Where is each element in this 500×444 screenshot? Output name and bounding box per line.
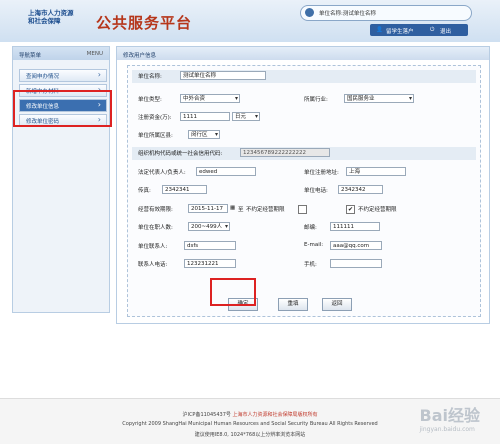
- field-label: 经营有效期限:: [138, 207, 173, 213]
- logout-icon: ⏻: [430, 27, 435, 33]
- email-input[interactable]: aaa@qq.com: [330, 241, 382, 250]
- bureau-logo: 上海市人力资源 和社会保障: [28, 9, 74, 25]
- field-label: 手机:: [304, 262, 317, 268]
- watermark-text: Bai经验: [419, 406, 480, 425]
- user-icon: [305, 8, 314, 17]
- row-district: 单位所属区县: 闵行区: [132, 129, 476, 142]
- panel-header: 修改用户信息: [117, 47, 489, 60]
- unit-name-box: 单位名称:测试单位名称: [300, 5, 472, 21]
- unit-type-select[interactable]: 中外合资: [180, 94, 240, 103]
- field-label: 单位名称:: [138, 74, 162, 80]
- reset-button[interactable]: 重填: [278, 298, 308, 311]
- phone-input[interactable]: 2342342: [338, 185, 383, 194]
- row-period: 经营有效期限: 2015-11-17 ▦ 至 不约定经营期限 ✔ 不约定经营期限: [132, 203, 476, 216]
- field-label: 法定代表人/负责人:: [138, 170, 186, 176]
- field-label: 所属行业:: [304, 97, 328, 103]
- sidebar-item-query[interactable]: 查阅申办情况 ›: [19, 69, 107, 82]
- row-unit-type: 单位类型: 中外合资 所属行业: 国民服务业: [132, 93, 476, 106]
- no-limit-text-2: 不约定经营期限: [358, 207, 397, 213]
- back-button[interactable]: 返回: [322, 298, 352, 311]
- logo-line-1: 上海市人力资源: [28, 9, 74, 17]
- row-contact-phone: 联系人电话: 123231221 手机:: [132, 258, 476, 271]
- fax-input[interactable]: 2342341: [162, 185, 207, 194]
- no-limit-checkbox-1[interactable]: [298, 205, 307, 214]
- period-to: 至: [238, 207, 244, 213]
- top-nav: 👤 留学生落户 ⏻ 退出: [370, 24, 468, 36]
- unit-name-text: 单位名称:测试单位名称: [319, 11, 376, 17]
- field-label: 传真:: [138, 188, 151, 194]
- baidu-watermark: Bai经验 jingyan.baidu.com: [420, 402, 480, 433]
- field-label: 单位联系人:: [138, 244, 168, 250]
- no-limit-text-1: 不约定经营期限: [246, 207, 285, 213]
- platform-title: 公共服务平台: [96, 14, 193, 32]
- district-select[interactable]: 闵行区: [188, 130, 220, 139]
- icp-number: 沪ICP备11045437号: [182, 412, 231, 418]
- logo-line-2: 和社会保障: [28, 17, 61, 25]
- edit-panel: 修改用户信息 单位名称: 测试单位名称 单位类型: 中外合资 所属行业: 国民服…: [116, 46, 490, 324]
- period-date-input[interactable]: 2015-11-17: [188, 204, 228, 213]
- no-limit-checkbox-2[interactable]: ✔: [346, 205, 355, 214]
- unit-name-input[interactable]: 测试单位名称: [180, 71, 266, 80]
- field-label: 单位注册地址:: [304, 170, 339, 176]
- panel-title: 修改用户信息: [123, 53, 157, 59]
- student-settle-icon: 👤: [376, 27, 383, 33]
- capital-input[interactable]: 1111: [180, 112, 230, 121]
- field-label: 单位在职人数:: [138, 225, 173, 231]
- sidebar-title: 导航菜单: [19, 53, 42, 59]
- watermark-sub: jingyan.baidu.com: [419, 426, 475, 433]
- row-credit-code: 组织机构代码或统一社会信用代码: 123456789222222222: [132, 147, 476, 160]
- field-label: 注册资金(万):: [138, 115, 172, 121]
- header: 上海市人力资源 和社会保障 公共服务平台 单位名称:测试单位名称 👤 留学生落户…: [0, 0, 500, 42]
- field-label: 单位所属区县:: [138, 133, 173, 139]
- legal-rep-input[interactable]: edwed: [196, 167, 256, 176]
- sidebar-header: 导航菜单 MENU: [13, 47, 109, 60]
- currency-select[interactable]: 日元: [232, 112, 260, 121]
- field-label: 联系人电话:: [138, 262, 168, 268]
- calendar-icon[interactable]: ▦: [230, 205, 235, 211]
- row-contact: 单位联系人: dsfs E-mail: aaa@qq.com: [132, 240, 476, 253]
- field-label: 邮编:: [304, 225, 317, 231]
- staff-select[interactable]: 200~499人: [188, 222, 230, 231]
- logout-link[interactable]: 退出: [440, 27, 451, 35]
- row-capital: 注册资金(万): 1111 日元: [132, 111, 476, 124]
- field-label: 单位类型:: [138, 97, 162, 103]
- contact-phone-input[interactable]: 123231221: [184, 259, 236, 268]
- row-fax-phone: 传真: 2342341 单位电话: 2342342: [132, 184, 476, 197]
- student-settle-link[interactable]: 留学生落户: [386, 27, 414, 35]
- credit-code-input: 123456789222222222: [240, 148, 330, 157]
- field-label: 单位电话:: [304, 188, 328, 194]
- postcode-input[interactable]: 111111: [330, 222, 380, 231]
- copyright-owner-link[interactable]: 上海市人力资源和社会保障局版权所有: [233, 412, 318, 418]
- field-label: E-mail:: [304, 242, 324, 248]
- edit-form: 单位名称: 测试单位名称 单位类型: 中外合资 所属行业: 国民服务业 注册资金…: [127, 65, 481, 317]
- sidebar-item-label: 查阅申办情况: [26, 74, 60, 80]
- sidebar: 导航菜单 MENU 查阅申办情况 › 新增申办材料 › 修改单位信息 › 修改单位密码…: [12, 46, 110, 313]
- row-staff: 单位在职人数: 200~499人 邮编: 111111: [132, 221, 476, 234]
- row-unit-name: 单位名称: 测试单位名称: [132, 70, 476, 83]
- mobile-input[interactable]: [330, 259, 382, 268]
- highlight-box-confirm: [210, 278, 256, 306]
- sidebar-menu-label: MENU: [86, 51, 103, 57]
- address-input[interactable]: 上海: [346, 167, 406, 176]
- row-legal: 法定代表人/负责人: edwed 单位注册地址: 上海: [132, 166, 476, 179]
- industry-select[interactable]: 国民服务业: [344, 94, 414, 103]
- contact-input[interactable]: dsfs: [184, 241, 236, 250]
- highlight-box-sidebar: [13, 90, 112, 127]
- field-label: 组织机构代码或统一社会信用代码:: [138, 151, 223, 157]
- chevron-right-icon: ›: [97, 70, 101, 79]
